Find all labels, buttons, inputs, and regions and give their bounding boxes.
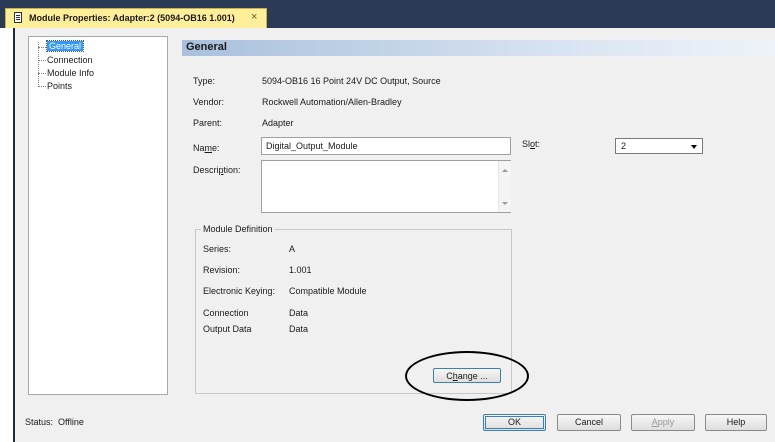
- description-scrollbar[interactable]: [498, 161, 511, 212]
- tree-branch: [38, 86, 46, 87]
- status-label: Status:: [25, 417, 54, 427]
- description-label: Description:: [193, 165, 241, 175]
- chevron-down-icon: [691, 145, 697, 149]
- document-tab[interactable]: Module Properties: Adapter:2 (5094-OB16 …: [5, 8, 267, 28]
- tab-title: Module Properties: Adapter:2 (5094-OB16 …: [29, 13, 235, 23]
- ok-button[interactable]: OK: [483, 414, 546, 431]
- slot-dropdown[interactable]: 2: [615, 138, 703, 154]
- vendor-label: Vendor:: [193, 97, 225, 107]
- tree-branch: [38, 60, 46, 61]
- module-definition-title: Module Definition: [201, 224, 275, 234]
- electronic-keying-value: Compatible Module: [289, 286, 367, 296]
- vendor-value: Rockwell Automation/Allen-Bradley: [262, 97, 402, 107]
- series-value: A: [289, 244, 296, 254]
- connection-value: Data: [289, 308, 309, 318]
- tree-item-module-info[interactable]: Module Info: [47, 68, 94, 78]
- status-value: Offline: [58, 417, 84, 427]
- help-button[interactable]: Help: [705, 414, 767, 431]
- name-label: Name:: [193, 143, 220, 153]
- category-tree[interactable]: General Connection Module Info Points: [28, 36, 168, 395]
- parent-value: Adapter: [262, 118, 294, 128]
- tree-branch: [38, 73, 46, 74]
- series-label: Series:: [203, 244, 232, 254]
- output-data-label: Output Data: [203, 324, 252, 334]
- type-value: 5094-OB16 16 Point 24V DC Output, Source: [262, 76, 441, 86]
- scroll-up-icon[interactable]: [502, 169, 508, 172]
- connection-label: Connection: [203, 308, 249, 318]
- description-field[interactable]: [261, 160, 511, 213]
- apply-button[interactable]: Apply: [631, 414, 695, 431]
- tree-item-points[interactable]: Points: [47, 81, 72, 91]
- tree-item-connection[interactable]: Connection: [47, 55, 93, 65]
- revision-value: 1.001: [289, 265, 312, 275]
- electronic-keying-label: Electronic Keying:: [203, 286, 276, 296]
- parent-label: Parent:: [193, 118, 223, 128]
- revision-label: Revision:: [203, 265, 241, 275]
- section-header-bar: [182, 40, 775, 56]
- tree-branch: [38, 47, 46, 48]
- cancel-button[interactable]: Cancel: [557, 414, 621, 431]
- slot-label: Slot:: [522, 139, 541, 149]
- tree-connector-line: [38, 42, 39, 87]
- highlight-ellipse: [405, 351, 529, 401]
- page-title: General: [186, 41, 227, 53]
- dialog-left-border: [13, 28, 15, 442]
- close-icon[interactable]: ×: [251, 11, 257, 23]
- tree-item-general[interactable]: General: [45, 40, 85, 52]
- document-icon: [14, 12, 22, 23]
- name-field[interactable]: Digital_Output_Module: [261, 137, 511, 155]
- output-data-value: Data: [289, 324, 309, 334]
- window-left-margin: [0, 28, 13, 442]
- slot-value: 2: [621, 141, 627, 151]
- type-label: Type:: [193, 76, 216, 86]
- scroll-down-icon[interactable]: [502, 202, 508, 205]
